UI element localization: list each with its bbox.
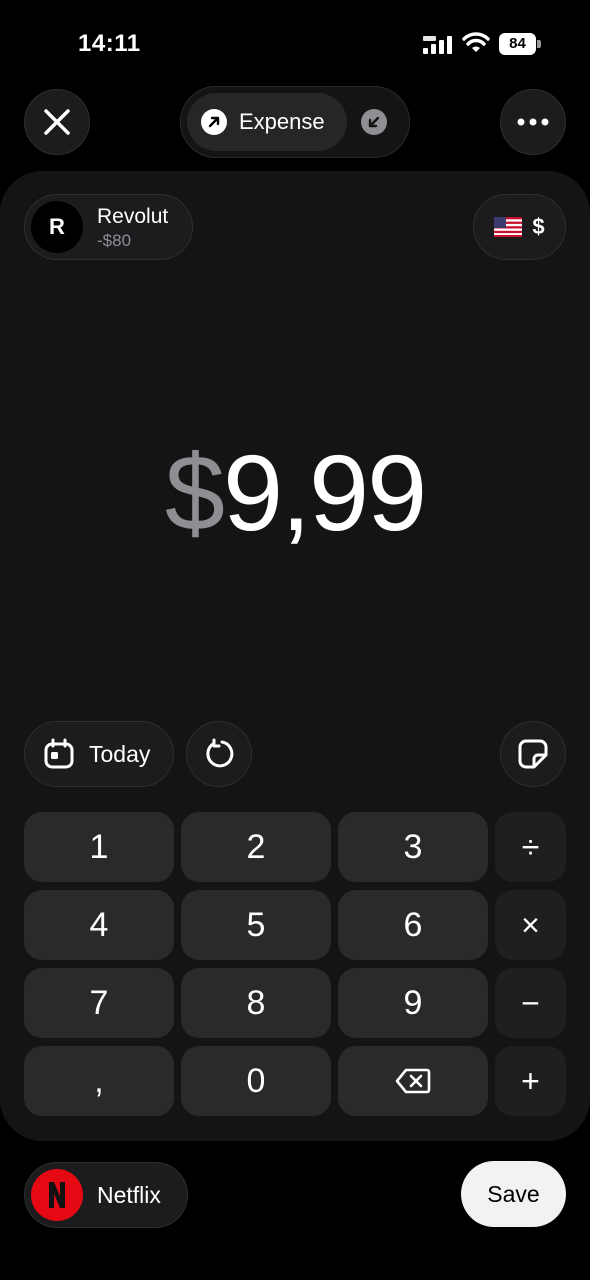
netflix-logo-icon [31,1169,83,1221]
note-icon [518,739,548,769]
key-7[interactable]: 7 [24,968,174,1038]
status-time: 14:11 [78,30,141,57]
save-button[interactable]: Save [461,1161,566,1227]
signal-icon [423,36,452,54]
note-button[interactable] [500,721,566,787]
key-0[interactable]: 0 [181,1046,331,1116]
amount-currency-symbol: $ [164,432,225,553]
more-options-button[interactable] [500,89,566,155]
date-label: Today [89,740,151,767]
transaction-card: R Revolut -$80 $ $9,99 Today 1 2 3 ÷ 4 5… [0,171,590,1141]
key-9[interactable]: 9 [338,968,488,1038]
expense-tab[interactable]: Expense [187,93,347,151]
key-5[interactable]: 5 [181,890,331,960]
recurring-button[interactable] [186,721,252,787]
key-backspace[interactable] [338,1046,488,1116]
expense-label: Expense [239,109,325,134]
amount-display: $9,99 [0,433,590,553]
key-8[interactable]: 8 [181,968,331,1038]
key-4[interactable]: 4 [24,890,174,960]
us-flag-icon [494,217,523,237]
amount-value: 9,99 [222,432,427,553]
currency-selector[interactable]: $ [473,194,566,260]
close-icon [44,109,70,135]
category-name: Netflix [97,1182,161,1208]
wifi-icon [462,32,490,52]
arrow-down-left-icon [368,116,380,128]
key-divide[interactable]: ÷ [495,812,566,882]
category-selector[interactable]: Netflix [24,1162,188,1228]
key-2[interactable]: 2 [181,812,331,882]
key-3[interactable]: 3 [338,812,488,882]
key-add[interactable]: + [495,1046,566,1116]
key-decimal[interactable]: , [24,1046,174,1116]
account-balance: -$80 [97,231,132,250]
account-name: Revolut [97,205,169,228]
account-avatar: R [31,201,83,253]
close-button[interactable] [24,89,90,155]
battery-level: 84 [499,33,536,55]
key-multiply[interactable]: × [495,890,566,960]
date-selector[interactable]: Today [24,721,174,787]
transaction-type-switch: Expense [180,86,410,158]
status-bar: 14:11 84 [0,0,590,80]
currency-symbol: $ [532,214,545,239]
more-icon [517,118,549,126]
key-1[interactable]: 1 [24,812,174,882]
account-selector[interactable]: R Revolut -$80 [24,194,193,260]
battery-icon: 84 [499,33,541,55]
backspace-icon [395,1068,431,1094]
income-tab[interactable] [361,109,387,135]
calendar-icon [44,738,74,769]
key-6[interactable]: 6 [338,890,488,960]
key-subtract[interactable]: − [495,968,566,1038]
repeat-icon [206,738,234,768]
arrow-up-right-icon [201,109,227,135]
